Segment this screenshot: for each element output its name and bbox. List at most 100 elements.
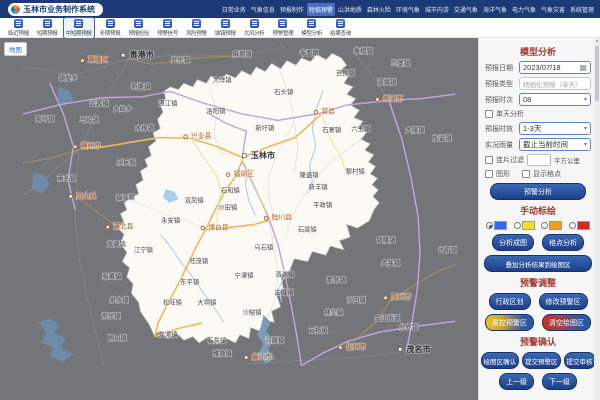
- prev-level-button[interactable]: 上一级: [499, 373, 534, 390]
- map-label: 大岭乡: [113, 104, 132, 113]
- map-label: 沙田镇: [347, 295, 367, 304]
- map-label: 河唇镇: [265, 336, 285, 345]
- top-nav-item[interactable]: 山洪地质: [336, 3, 364, 16]
- tab-item[interactable]: 中短期预报: [63, 17, 95, 39]
- color-swatch: [522, 221, 535, 230]
- top-nav-item[interactable]: 系统管理: [568, 3, 596, 16]
- map-label: 那务镇: [327, 275, 347, 284]
- rain-select[interactable]: 截止当前时间 ▾: [519, 138, 591, 151]
- tab-item[interactable]: 大风分析: [241, 17, 268, 39]
- tab-item[interactable]: 预警信号: [154, 17, 181, 39]
- tab-item[interactable]: 风险预警: [183, 17, 210, 39]
- analysis-image-button[interactable]: 分析成图: [492, 234, 534, 251]
- tab-label: 短期预报: [37, 29, 58, 37]
- draw-color-option[interactable]: [486, 221, 507, 230]
- admin-division-button[interactable]: 行政区划: [489, 293, 531, 310]
- submit-review-button[interactable]: 提交审核: [564, 352, 596, 369]
- map-label: 黎村镇: [346, 166, 366, 175]
- modify-warning-area-button[interactable]: 修改预警区: [539, 293, 588, 310]
- filter-area-input[interactable]: [527, 154, 551, 166]
- top-nav-item[interactable]: 预报制作: [278, 3, 306, 16]
- map-label: 龙潭镇: [158, 329, 178, 338]
- map-label: 贵港市: [129, 50, 153, 60]
- map-road: [354, 52, 389, 101]
- scrollbar-thumb[interactable]: [595, 46, 599, 101]
- top-nav-item[interactable]: 短临预警: [307, 3, 335, 16]
- top-nav-item[interactable]: 日常业务: [220, 3, 248, 16]
- map-canvas[interactable]: 贵港市玉林市茂名市覃塘区横州市灵山县浦北县兴业县容县福绵区陆川县博白县岑溪市高州…: [0, 38, 478, 400]
- warning-analysis-button[interactable]: 预警分析: [490, 183, 586, 200]
- map-type-control[interactable]: 地图: [4, 42, 27, 56]
- forecast-type-value: 精细化预报（单天）: [523, 79, 582, 89]
- map-label: 云表镇: [90, 99, 110, 108]
- tab-item[interactable]: 模型分析: [298, 17, 325, 39]
- top-nav-item[interactable]: 森林火险: [365, 3, 393, 16]
- draw-color-option[interactable]: [541, 221, 562, 230]
- qc-warning-area-button[interactable]: 质控预警区: [485, 314, 534, 331]
- manual-draw-title: 手动标绘: [484, 204, 592, 217]
- map-label: 陶圩镇: [35, 114, 55, 123]
- graphic-label: 图形: [496, 169, 510, 179]
- tab-item[interactable]: 临近预报: [5, 17, 32, 39]
- top-nav-item[interactable]: 气象灾害: [539, 3, 567, 16]
- forecast-date-input[interactable]: 2023/07/18 ▦: [519, 61, 591, 74]
- forecast-time-select[interactable]: 08 ▾: [519, 93, 591, 106]
- map-label: 石寨镇: [322, 125, 342, 134]
- filter-checkbox[interactable]: [485, 156, 493, 164]
- graphic-checkbox[interactable]: [485, 170, 493, 178]
- app-logo-icon: [11, 5, 20, 14]
- grid-analysis-button[interactable]: 格点分析: [542, 234, 584, 251]
- map-label: 兴业县: [191, 131, 212, 140]
- map-label: 茂名市: [405, 344, 430, 354]
- draw-color-option[interactable]: [569, 221, 590, 230]
- calendar-icon: ▦: [579, 63, 587, 72]
- top-nav: 日常业务气象信息预报制作短临预警山洪地质森林火险环境气象城市内涝交通气象海洋气象…: [220, 3, 596, 16]
- map-road: [23, 147, 83, 196]
- map-label: 大洋镇: [213, 75, 233, 84]
- map-label: 石角镇: [207, 336, 227, 345]
- tab-item[interactable]: 预报检验: [125, 17, 152, 39]
- map-label: 横州市: [81, 141, 102, 150]
- color-swatch: [549, 221, 562, 230]
- tab-item[interactable]: 长期预报: [97, 17, 124, 39]
- tab-item[interactable]: 城镇预报: [212, 17, 239, 39]
- tab-label: 长期预报: [100, 29, 121, 37]
- top-nav-item[interactable]: 海洋气象: [481, 3, 509, 16]
- map-road: [77, 197, 117, 226]
- top-nav-item[interactable]: 气象信息: [249, 3, 277, 16]
- submit-warning-area-button[interactable]: 提交预警区: [522, 352, 561, 369]
- map-label: 张黄镇: [102, 271, 122, 280]
- tab-label: 预报检验: [128, 29, 149, 37]
- top-nav-item[interactable]: 环境气象: [394, 3, 422, 16]
- panel-scrollbar[interactable]: ▴: [594, 38, 600, 400]
- app-window: 玉林市业务制作系统 日常业务气象信息预报制作短临预警山洪地质森林火险环境气象城市…: [0, 0, 600, 400]
- map-label: 麻垌镇: [233, 49, 253, 58]
- top-nav-item[interactable]: 交通气象: [452, 3, 480, 16]
- clear-draw-area-button[interactable]: 清空绘图区: [542, 314, 591, 331]
- tab-label: 风险预警: [186, 29, 207, 37]
- map-svg: 贵港市玉林市茂名市覃塘区横州市灵山县浦北县兴业县容县福绵区陆川县博白县岑溪市高州…: [0, 38, 478, 400]
- radio-icon: [541, 222, 548, 229]
- display-options-row: 图形 显示格点: [485, 169, 591, 179]
- tab-icon: [278, 19, 287, 28]
- draw-color-option[interactable]: [514, 221, 535, 230]
- map-label: 玉林市: [251, 150, 275, 160]
- lake: [32, 172, 50, 194]
- map-label: 雅塘镇: [213, 348, 233, 357]
- top-nav-item[interactable]: 电力气象: [510, 3, 538, 16]
- confirm-draw-area-button[interactable]: 绘图区确认: [481, 352, 520, 369]
- tab-item[interactable]: 短期预报: [34, 17, 61, 39]
- next-level-button[interactable]: 下一级: [542, 373, 577, 390]
- map-label: 石头镇: [274, 87, 294, 96]
- validity-select[interactable]: 1-3天 ▾: [519, 122, 591, 135]
- map-label: 旺茂镇: [189, 256, 209, 265]
- grid-checkbox[interactable]: [522, 170, 530, 178]
- map-label: 三堡镇: [391, 58, 411, 67]
- top-nav-item[interactable]: 城市内涝: [423, 3, 451, 16]
- single-day-checkbox[interactable]: [485, 110, 493, 118]
- tab-item[interactable]: 结果查询: [327, 17, 354, 39]
- reservoir: [39, 319, 73, 362]
- tab-item[interactable]: 预警管理: [270, 17, 297, 39]
- overlay-result-button[interactable]: 叠加分析结果到绘图区: [484, 255, 592, 272]
- filter-unit: 平方公里: [554, 155, 580, 165]
